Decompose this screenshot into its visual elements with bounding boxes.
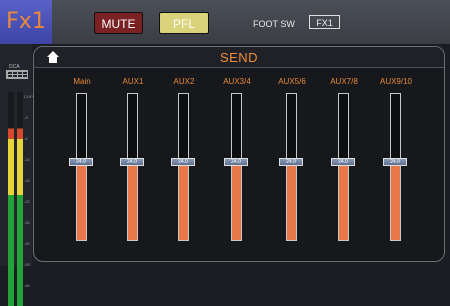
send-panel: SEND Main 24.0 AUX1 24.0 AUX2 24.0 AUX3/4 24.0 A… <box>33 46 445 262</box>
fader-cap[interactable]: 24.0 <box>120 158 144 166</box>
fader-aux2: AUX2 24.0 <box>159 47 209 261</box>
meter-scale-tick: -50 <box>24 262 30 267</box>
fader-aux1: AUX1 24.0 <box>108 47 158 261</box>
fader-main: Main 24.0 <box>57 47 107 261</box>
dca-grid-icon[interactable] <box>6 70 28 79</box>
level-meter-right <box>17 92 23 306</box>
meter-scale-tick: CLIP <box>24 94 33 99</box>
fader-track[interactable] <box>286 93 297 241</box>
meter-scale-tick: -40 <box>24 241 30 246</box>
fader-track[interactable] <box>76 93 87 241</box>
meter-scale-tick: -30 <box>24 220 30 225</box>
fx-title[interactable]: Fx1 <box>0 0 52 44</box>
fader-track[interactable] <box>127 93 138 241</box>
fader-track[interactable] <box>338 93 349 241</box>
fader-aux3-4: AUX3/4 24.0 <box>212 47 262 261</box>
fader-cap[interactable]: 24.0 <box>171 158 195 166</box>
meter-scale-tick: -10 <box>24 157 30 162</box>
fader-label: AUX2 <box>173 77 195 86</box>
fader-track[interactable] <box>231 93 242 241</box>
fader-label: AUX3/4 <box>223 77 251 86</box>
fader-label: AUX5/6 <box>278 77 306 86</box>
fader-track[interactable] <box>390 93 401 241</box>
fader-fill <box>339 163 348 240</box>
pfl-button[interactable]: PFL <box>159 12 209 34</box>
fader-track[interactable] <box>178 93 189 241</box>
meter-fill-right <box>17 92 23 306</box>
mute-button[interactable]: MUTE <box>94 12 143 34</box>
foot-switch-label: FOOT SW <box>253 19 295 29</box>
fader-label: AUX7/8 <box>330 77 358 86</box>
level-meter-left <box>8 92 14 306</box>
fader-aux5-6: AUX5/6 24.0 <box>267 47 317 261</box>
fader-fill <box>287 163 296 240</box>
fader-cap[interactable]: 24.0 <box>224 158 248 166</box>
fader-fill <box>179 163 188 240</box>
meter-fill-left <box>8 92 14 306</box>
fader-aux7-8: AUX7/8 24.0 <box>319 47 369 261</box>
meter-scale-tick: -60 <box>24 283 30 288</box>
fader-cap[interactable]: 24.0 <box>331 158 355 166</box>
meter-scale-tick: -6 <box>24 136 28 141</box>
top-bar: Fx1 MUTE PFL FOOT SW FX1 <box>0 0 450 44</box>
foot-switch-selector[interactable]: FX1 <box>309 15 340 29</box>
dca-meter-panel: DCA CLIP -3 -6 -10 -16 -20 -30 -40 -50 -60 <box>0 44 33 306</box>
fader-fill <box>77 163 86 240</box>
fader-fill <box>128 163 137 240</box>
fader-cap[interactable]: 24.0 <box>69 158 93 166</box>
fader-aux9-10: AUX9/10 24.0 <box>371 47 421 261</box>
fader-fill <box>232 163 241 240</box>
fader-fill <box>391 163 400 240</box>
meter-scale-tick: -3 <box>24 115 28 120</box>
fader-label: AUX1 <box>122 77 144 86</box>
fader-label: Main <box>73 77 91 86</box>
fader-cap[interactable]: 24.0 <box>383 158 407 166</box>
fader-cap[interactable]: 24.0 <box>279 158 303 166</box>
meter-scale-tick: -16 <box>24 178 30 183</box>
meter-scale-tick: -20 <box>24 199 30 204</box>
fader-label: AUX9/10 <box>379 77 413 86</box>
